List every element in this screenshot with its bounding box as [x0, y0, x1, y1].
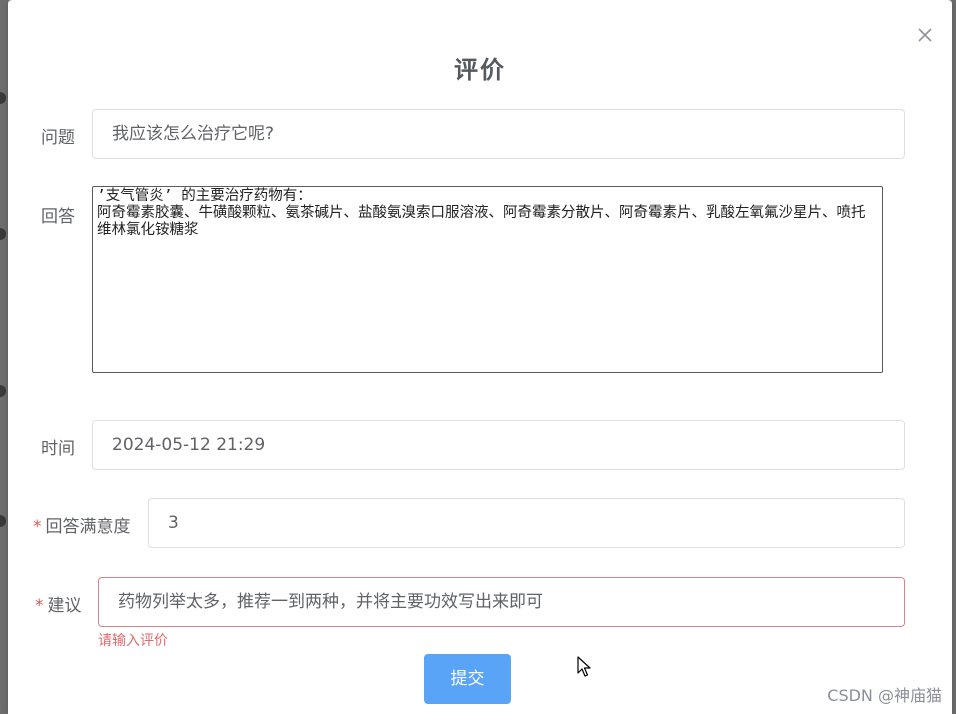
required-mark: * — [35, 596, 44, 616]
close-button[interactable] — [912, 22, 938, 48]
question-field[interactable]: 我应该怎么治疗它呢? — [92, 109, 905, 159]
dialog-title: 评价 — [454, 56, 506, 84]
watermark: CSDN @神庙猫 — [827, 686, 942, 705]
backdrop-left — [0, 0, 8, 714]
time-field[interactable]: 2024-05-12 21:29 — [92, 420, 905, 470]
close-icon — [918, 28, 932, 42]
mouse-cursor-icon — [577, 656, 591, 677]
suggestion-label-text: 建议 — [47, 596, 82, 616]
evaluation-dialog: 评价 问题 我应该怎么治疗它呢? 回答 ’支气管炎’ 的主要治疗药物有： 阿奇霉… — [8, 0, 952, 714]
answer-textarea[interactable]: ’支气管炎’ 的主要治疗药物有： 阿奇霉素胶囊、牛磺酸颗粒、氨茶碱片、盐酸氨溴索… — [92, 186, 883, 373]
question-label: 问题 — [41, 128, 75, 148]
required-mark: * — [33, 517, 42, 537]
time-label: 时间 — [41, 439, 75, 459]
suggestion-label: * 建议 — [35, 591, 82, 616]
satisfaction-label-text: 回答满意度 — [45, 517, 131, 537]
satisfaction-label: * 回答满意度 — [33, 512, 131, 537]
backdrop-right — [952, 0, 956, 714]
suggestion-error-message: 请输入评价 — [98, 633, 168, 649]
submit-button[interactable]: 提交 — [424, 654, 511, 704]
suggestion-field[interactable]: 药物列举太多，推荐一到两种，并将主要功效写出来即可 — [98, 577, 905, 627]
satisfaction-field[interactable]: 3 — [148, 498, 905, 548]
answer-label: 回答 — [41, 207, 75, 227]
